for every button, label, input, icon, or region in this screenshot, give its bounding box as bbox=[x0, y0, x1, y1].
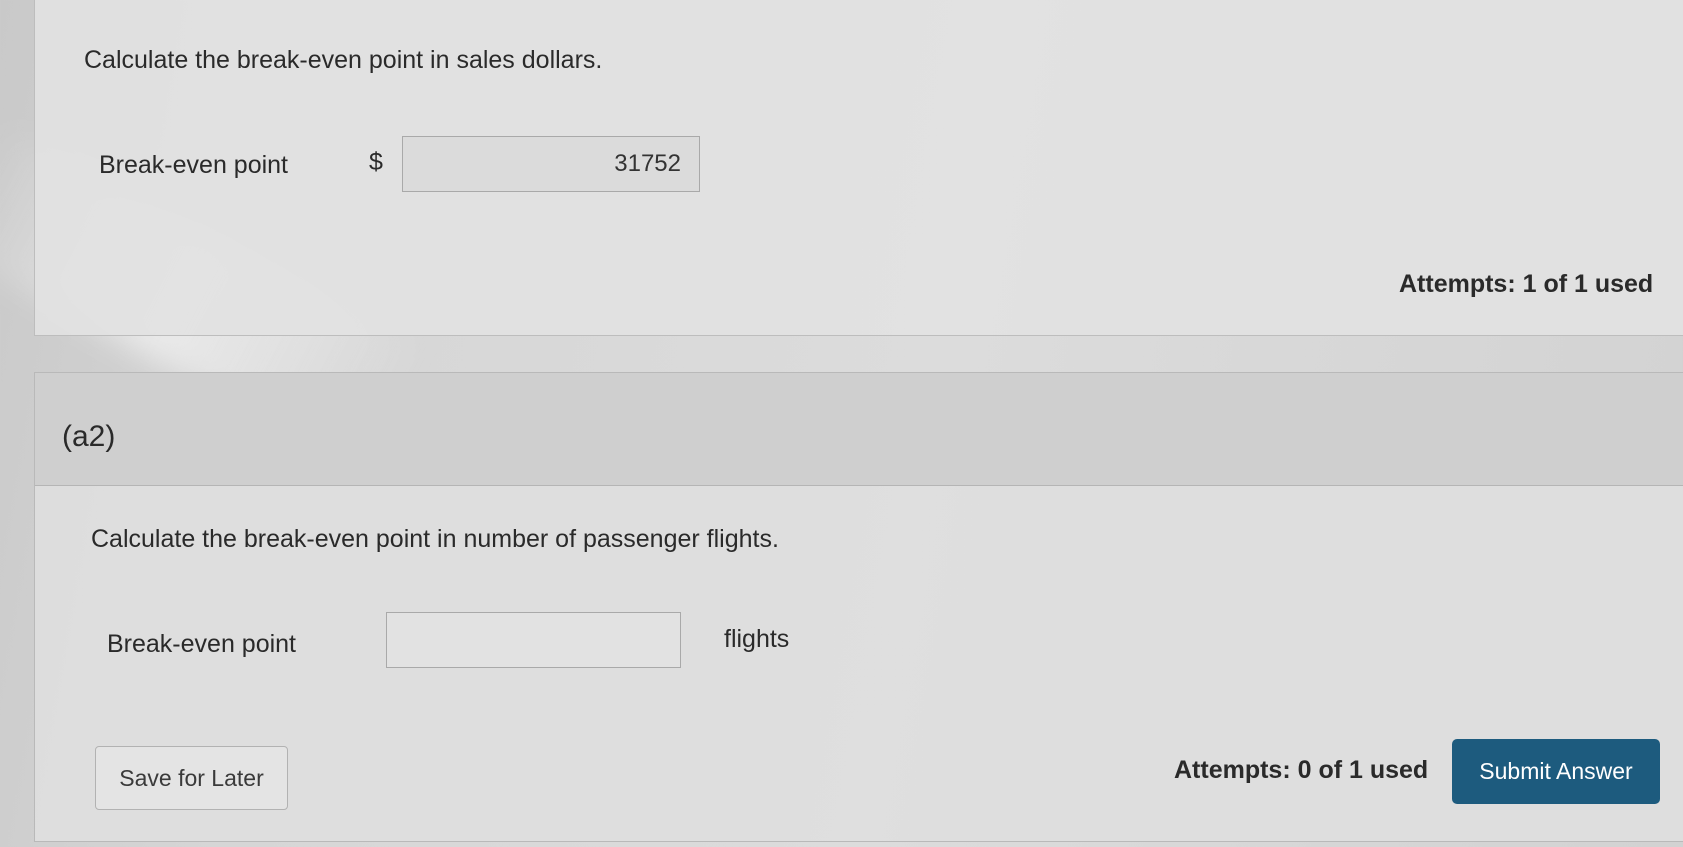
attempts-status-a1: Attempts: 1 of 1 used bbox=[1399, 270, 1654, 298]
unit-label-flights: flights bbox=[724, 625, 790, 653]
question-text-a1: Calculate the break-even point in sales … bbox=[84, 46, 603, 74]
currency-symbol: $ bbox=[369, 148, 383, 176]
save-for-later-button[interactable]: Save for Later bbox=[95, 746, 288, 810]
attempts-status-a2: Attempts: 0 of 1 used bbox=[1174, 756, 1429, 784]
submit-answer-button[interactable]: Submit Answer bbox=[1452, 739, 1660, 804]
question-header-a2 bbox=[35, 373, 1683, 486]
break-even-sales-input[interactable]: 31752 bbox=[402, 136, 700, 192]
break-even-label-a1: Break-even point bbox=[99, 151, 289, 179]
question-text-a2: Calculate the break-even point in number… bbox=[91, 525, 779, 553]
break-even-label-a2: Break-even point bbox=[107, 630, 297, 658]
part-label-a2: (a2) bbox=[62, 420, 116, 453]
break-even-flights-input[interactable] bbox=[386, 612, 681, 668]
